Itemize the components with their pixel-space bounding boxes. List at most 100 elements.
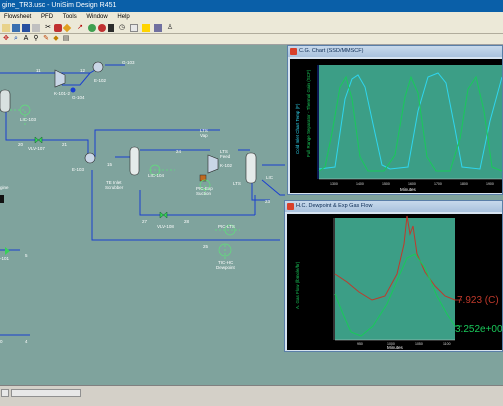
- pfd-toolbar: ✥ ⌕ A ⚲ ✎ ◆ ▤: [0, 34, 503, 45]
- hc-chart-titlebar[interactable]: H.C. Dewpoint & Exp Gas Flow: [285, 201, 502, 212]
- workbook-icon[interactable]: [54, 24, 62, 32]
- status-tab-1[interactable]: [1, 389, 9, 397]
- cg-xtick-3: 1500: [382, 182, 390, 186]
- new-file-icon[interactable]: [2, 24, 10, 32]
- print-pfd-icon[interactable]: ▤: [62, 35, 70, 43]
- menu-pfd[interactable]: PFD: [41, 14, 53, 20]
- cg-chart-title: C.G. Chart (SSD/MMSCF): [299, 48, 364, 54]
- stream-5-label: 5: [25, 253, 28, 258]
- g-103-label: G-103: [122, 60, 135, 65]
- stream-25-label: 25: [203, 244, 209, 249]
- g-104-label: G-104: [72, 95, 85, 100]
- engine-partial-label: gine: [0, 185, 9, 190]
- stream-20-label: 20: [18, 142, 24, 147]
- vlv-108-valve[interactable]: [159, 211, 168, 219]
- separator-left[interactable]: [0, 89, 11, 113]
- cg-chart-window[interactable]: C.G. Chart (SSD/MMSCF) Cold Inlet Chart …: [287, 45, 503, 195]
- text-icon[interactable]: A: [22, 35, 30, 43]
- vlv-107-valve[interactable]: [34, 136, 43, 144]
- flask-icon[interactable]: [154, 24, 162, 32]
- stream-4-label: 4: [25, 339, 28, 344]
- cg-chart-plot[interactable]: Cold Inlet Chart Temp (F) Full Range Sep…: [290, 59, 503, 193]
- left-valve-101[interactable]: [5, 247, 10, 255]
- hc-xtick-3: 1050: [415, 342, 423, 346]
- person-icon[interactable]: ♙: [166, 24, 174, 32]
- e-102-cooler[interactable]: [92, 61, 104, 73]
- hc-chart-title: H.C. Dewpoint & Exp Gas Flow: [296, 203, 373, 209]
- warning-icon[interactable]: [142, 24, 150, 32]
- cg-xlabel: Minutes: [400, 187, 417, 192]
- brush-icon[interactable]: ✎: [42, 35, 50, 43]
- table-icon[interactable]: [130, 24, 138, 32]
- print-icon[interactable]: [32, 24, 40, 32]
- clock-icon[interactable]: ◷: [118, 24, 126, 32]
- binoculars-icon[interactable]: ⚲: [32, 35, 40, 43]
- strip-chart-icon: [290, 48, 297, 55]
- move-icon[interactable]: ✥: [2, 35, 10, 43]
- cg-chart-titlebar[interactable]: C.G. Chart (SSD/MMSCF): [288, 46, 502, 57]
- hc-xlabel: Minutes: [387, 345, 404, 350]
- lts-vap-label-2: Vap: [200, 133, 208, 138]
- cg-xtick-2: 1400: [356, 182, 364, 186]
- lic-104-label: LIC-104: [148, 173, 165, 178]
- e-103-exchanger[interactable]: [84, 152, 96, 164]
- e-103-label: E-103: [72, 167, 85, 172]
- stream-lines: [0, 64, 285, 336]
- lic-103-controller[interactable]: [19, 104, 31, 116]
- k-102-compressor[interactable]: [207, 154, 219, 174]
- stream-12-label: 12: [80, 68, 86, 73]
- hc-ylabel-left: A. Gas Flow (lbmole/hr): [295, 261, 300, 309]
- title-bar: gine_TR3.usc - UniSim Design R451: [0, 0, 503, 12]
- hc-chart-svg: A. Gas Flow (lbmole/hr) 7.923 (C) 3.252e…: [287, 214, 503, 350]
- open-folder-icon[interactable]: [12, 24, 20, 32]
- stream-21-label: 21: [62, 142, 68, 147]
- menu-tools[interactable]: Tools: [63, 14, 77, 20]
- left-square-block[interactable]: [0, 195, 4, 203]
- menu-help[interactable]: Help: [117, 14, 129, 20]
- cg-chart-svg: Cold Inlet Chart Temp (F) Full Range Sep…: [290, 59, 503, 193]
- tic-hc-label-2: Dewpoint: [216, 265, 236, 270]
- stream-11-label: 11: [36, 68, 41, 73]
- lic-label: LIC: [266, 175, 274, 180]
- menu-window[interactable]: Window: [86, 14, 107, 20]
- cg-xtick-6: 1800: [460, 182, 468, 186]
- k-101-2-label: K-101-2: [54, 91, 71, 96]
- cg-xtick-4: 1600: [408, 182, 416, 186]
- main-toolbar: ✂ ↗ ◷ ♙: [0, 22, 503, 34]
- pfd-labels: 11 12 K-101-2 E-102 G-103 G-104 LIC-103 …: [0, 60, 274, 344]
- k-102-label: K-102: [220, 163, 233, 168]
- cg-ylabel-left: Cold Inlet Chart Temp (F): [295, 103, 300, 154]
- stream-23-label: 23: [265, 199, 271, 204]
- stream-0-label: 0: [0, 339, 3, 344]
- zoom-icon[interactable]: ⌕: [12, 35, 20, 43]
- save-icon[interactable]: [22, 24, 30, 32]
- valve-101-label: -101: [0, 256, 10, 261]
- window-title: gine_TR3.usc - UniSim Design R451: [2, 2, 117, 9]
- stop-icon[interactable]: [98, 24, 106, 32]
- lts-label: LTS: [233, 181, 241, 186]
- lts-vessel[interactable]: [245, 152, 257, 184]
- go-icon[interactable]: [88, 24, 96, 32]
- hc-xtick-1: 950: [357, 342, 363, 346]
- cg-xtick-7: 1900: [486, 182, 494, 186]
- te-inlet-scrubber[interactable]: [129, 146, 140, 176]
- status-tab-2[interactable]: [11, 389, 81, 397]
- stream-icon[interactable]: ↗: [76, 24, 84, 32]
- unisim-app: gine_TR3.usc - UniSim Design R451 Flowsh…: [0, 0, 503, 406]
- menu-bar: Flowsheet PFD Tools Window Help: [0, 12, 503, 22]
- hc-chart-plot[interactable]: A. Gas Flow (lbmole/hr) 7.923 (C) 3.252e…: [287, 214, 503, 350]
- hc-dewpoint-chart-window[interactable]: H.C. Dewpoint & Exp Gas Flow A. Gas Flow…: [284, 200, 503, 352]
- color-scheme-icon[interactable]: ◆: [52, 35, 60, 43]
- vlv-107-label: VLV-107: [28, 146, 45, 151]
- te-inlet-label-2: Scrubber: [105, 185, 124, 190]
- stream-15-label: 15: [107, 162, 113, 167]
- g-104-valve[interactable]: [70, 87, 76, 93]
- dynamics-icon[interactable]: [108, 24, 114, 32]
- hc-readout-green: 3.252e+00: [455, 324, 502, 335]
- lic-103-label: LIC-103: [20, 117, 37, 122]
- lts-feed-label-2: Feed: [220, 154, 231, 159]
- menu-flowsheet[interactable]: Flowsheet: [4, 14, 31, 20]
- pfd-icon[interactable]: [62, 23, 72, 33]
- cut-icon[interactable]: ✂: [44, 24, 52, 32]
- pic-exp-label-2: Suction: [196, 191, 212, 196]
